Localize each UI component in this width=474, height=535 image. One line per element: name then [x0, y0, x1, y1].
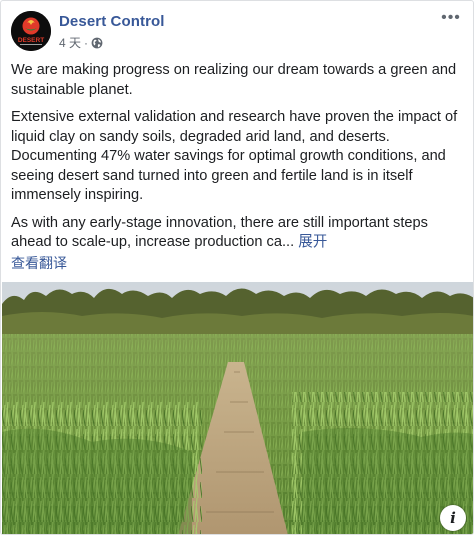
post-text: We are making progress on realizing our …: [11, 61, 465, 273]
post-meta: 4 天 ·: [59, 34, 103, 51]
feed-post: DESERT Desert Control 4 天 · ••• We are m…: [0, 0, 474, 535]
post-header: DESERT Desert Control 4 天 · •••: [1, 1, 473, 59]
globe-icon[interactable]: [91, 37, 103, 49]
field-photo-image: [2, 282, 473, 534]
meta-separator: ·: [84, 35, 89, 50]
post-paragraph-1: We are making progress on realizing our …: [11, 62, 457, 98]
page-name-link[interactable]: Desert Control: [59, 13, 165, 30]
post-photo[interactable]: i: [2, 282, 473, 534]
post-paragraph-2: Extensive external validation and resear…: [11, 109, 458, 203]
more-options-icon[interactable]: •••: [439, 10, 463, 30]
see-more-link[interactable]: 展开: [298, 234, 327, 250]
desert-control-logo: DESERT: [11, 11, 51, 51]
page-avatar[interactable]: DESERT: [11, 11, 51, 51]
post-timestamp[interactable]: 4 天: [59, 34, 81, 51]
svg-text:DESERT: DESERT: [18, 37, 44, 44]
post-paragraph-3-text: As with any early-stage innovation, ther…: [11, 214, 428, 251]
see-translation-link[interactable]: 查看翻译: [11, 254, 465, 274]
info-icon[interactable]: i: [440, 505, 466, 531]
post-paragraph-3: As with any early-stage innovation, ther…: [11, 214, 465, 253]
